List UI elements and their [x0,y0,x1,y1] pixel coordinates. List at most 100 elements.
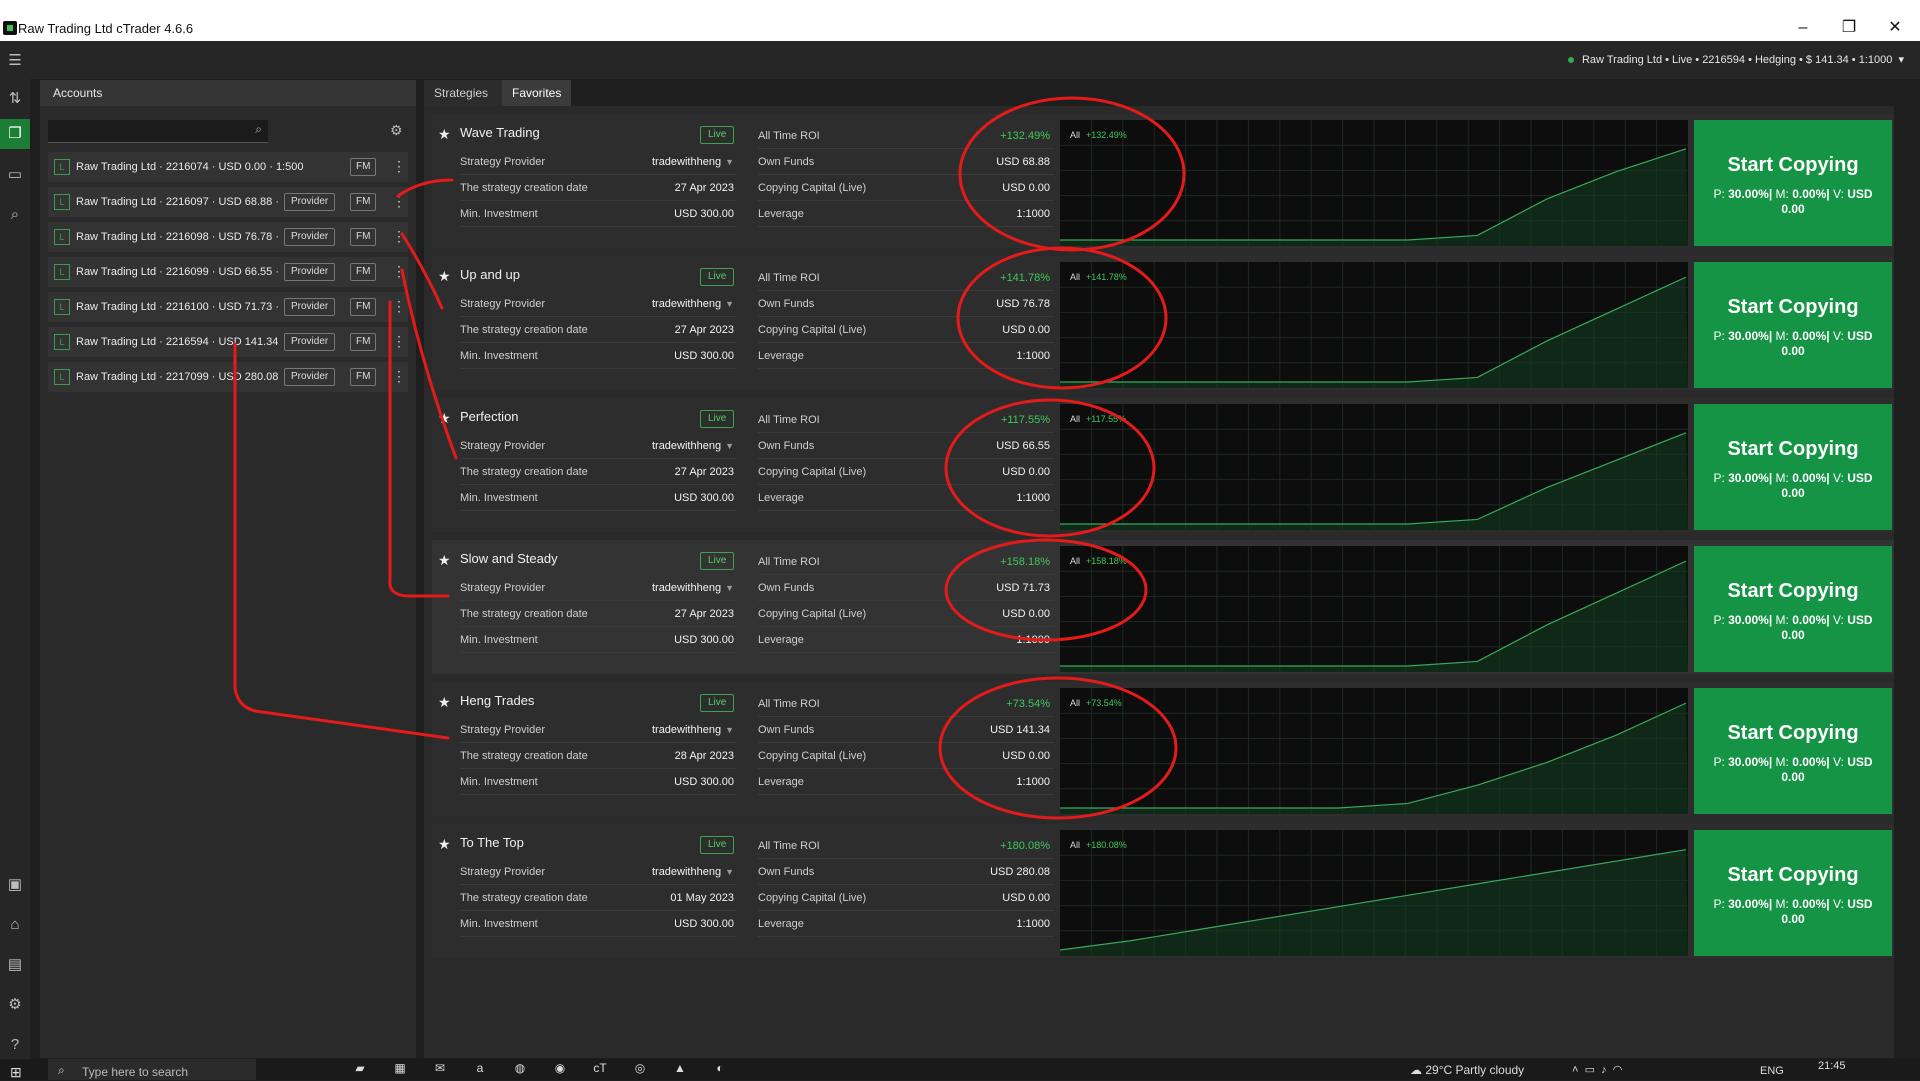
fm-button[interactable]: FM [350,333,377,351]
fm-button[interactable]: FM [350,228,377,246]
trade-icon[interactable]: ⇅ [5,89,25,109]
accounts-search-input[interactable] [48,120,236,142]
system-tray[interactable]: ˄ ▭ ♪ ◠ [1572,1063,1622,1076]
more-options-icon[interactable]: ⋮ [392,333,406,350]
more-options-icon[interactable]: ⋮ [392,228,406,245]
provider-value[interactable]: tradewithheng ▼ [652,582,734,594]
accounts-search[interactable]: ⌕ [48,120,268,143]
start-copying-button[interactable]: Start Copying P: 30.00%| M: 0.00%| V: USD… [1694,688,1892,814]
provider-value[interactable]: tradewithheng ▼ [652,298,734,310]
account-row[interactable]: L Raw Trading Ltd · 2216099 · USD 66.55 ·… [48,257,408,287]
analyze-icon[interactable]: ▭ [5,165,25,185]
menu-icon[interactable]: ☰ [5,51,25,71]
fm-button[interactable]: FM [350,193,377,211]
provider-value[interactable]: tradewithheng ▼ [652,724,734,736]
favorite-star-icon[interactable]: ★ [438,836,451,853]
provider-value[interactable]: tradewithheng ▼ [652,866,734,878]
windows-start-icon[interactable]: ⊞ [10,1064,22,1081]
equity-chart[interactable]: All +158.18% [1060,546,1688,672]
more-options-icon[interactable]: ⋮ [392,298,406,315]
store-icon[interactable]: ▦ [388,1061,412,1079]
more-options-icon[interactable]: ⋮ [392,193,406,210]
taskbar-clock[interactable]: 21:45 [1818,1060,1846,1072]
more-options-icon[interactable]: ⋮ [392,158,406,175]
equity-chart[interactable]: All +180.08% [1060,830,1688,956]
favorite-star-icon[interactable]: ★ [438,126,451,143]
strategy-name[interactable]: To The Top [460,835,524,850]
close-button[interactable]: ✕ [1872,14,1918,41]
provider-button[interactable]: Provider [284,263,336,281]
strategy-name[interactable]: Perfection [460,409,519,424]
equity-chart[interactable]: All +132.49% [1060,120,1688,246]
performance-fee-label: P: [1713,329,1725,343]
strategy-name[interactable]: Slow and Steady [460,551,558,566]
start-copying-button[interactable]: Start Copying P: 30.00%| M: 0.00%| V: USD… [1694,830,1892,956]
fm-button[interactable]: FM [350,298,377,316]
provider-button[interactable]: Provider [284,368,336,386]
minimize-button[interactable]: – [1780,14,1826,41]
roi-value: +158.18% [1000,556,1050,568]
mail-icon[interactable]: ✉ [428,1061,452,1079]
tab-favorites[interactable]: Favorites6 [502,80,572,128]
account-row[interactable]: L Raw Trading Ltd · 2217099 · USD 280.08 P… [48,362,408,392]
start-copying-button[interactable]: Start Copying P: 30.00%| M: 0.00%| V: USD… [1694,120,1892,246]
network-icon[interactable]: ▭ [1585,1064,1595,1076]
favorite-star-icon[interactable]: ★ [438,694,451,711]
chrome-icon[interactable]: ◉ [548,1061,572,1079]
search-icon[interactable]: ⌕ [5,205,25,225]
restore-button[interactable]: ❐ [1826,14,1872,41]
start-copying-button[interactable]: Start Copying P: 30.00%| M: 0.00%| V: USD… [1694,546,1892,672]
provider-button[interactable]: Provider [284,228,336,246]
fm-button[interactable]: FM [350,368,377,386]
equity-chart[interactable]: All +117.55% [1060,404,1688,530]
fm-button[interactable]: FM [350,158,377,176]
photos-icon[interactable]: ◍ [508,1061,532,1079]
equity-chart[interactable]: All +141.78% [1060,262,1688,388]
copy-icon[interactable]: ❐ [0,119,30,149]
fm-button[interactable]: FM [350,263,377,281]
account-row[interactable]: L Raw Trading Ltd · 2216074 · USD 0.00 · … [48,152,408,182]
account-row[interactable]: L Raw Trading Ltd · 2216098 · USD 76.78 ·… [48,222,408,252]
provider-button[interactable]: Provider [284,298,336,316]
favorite-star-icon[interactable]: ★ [438,268,451,285]
start-copying-button[interactable]: Start Copying P: 30.00%| M: 0.00%| V: USD… [1694,404,1892,530]
provider-button[interactable]: Provider [284,333,336,351]
favorite-star-icon[interactable]: ★ [438,410,451,427]
volume-icon[interactable]: ♪ [1601,1064,1607,1076]
provider-value[interactable]: tradewithheng ▼ [652,156,734,168]
settings-icon[interactable]: ⚙ [5,995,25,1015]
favorite-star-icon[interactable]: ★ [438,552,451,569]
account-row[interactable]: L Raw Trading Ltd · 2216097 · USD 68.88 ·… [48,187,408,217]
input-language[interactable]: ENG [1760,1065,1784,1077]
provider-button[interactable]: Provider [284,193,336,211]
amazon-icon[interactable]: a [468,1061,492,1079]
edge-icon[interactable]: ◐ [708,1061,732,1079]
taskbar-search[interactable]: ⌕ Type here to search [48,1059,256,1080]
reports-icon[interactable]: ▤ [5,955,25,975]
active-account-selector[interactable]: Raw Trading Ltd • Live • 2216594 • Hedgi… [1567,53,1904,66]
globe-icon[interactable]: ◎ [628,1061,652,1079]
explorer-icon[interactable]: ▰ [348,1061,372,1079]
help-icon[interactable]: ? [5,1035,25,1055]
tab-strategies[interactable]: Strategies [424,80,502,106]
chevron-up-icon[interactable]: ˄ [1572,1064,1578,1076]
store-icon[interactable]: ⌂ [5,915,25,935]
weather-widget[interactable]: ☁ 29°C Partly cloudy [1410,1063,1524,1077]
more-options-icon[interactable]: ⋮ [392,368,406,385]
equity-chart[interactable]: All +73.54% [1060,688,1688,814]
gear-icon[interactable]: ⚙ [390,122,403,139]
provider-value[interactable]: tradewithheng ▼ [652,440,734,452]
wifi-icon[interactable]: ◠ [1613,1064,1623,1076]
account-name: Raw Trading Ltd · 2216074 · USD 0.00 · 1… [76,161,304,173]
more-options-icon[interactable]: ⋮ [392,263,406,280]
strategy-name[interactable]: Wave Trading [460,125,540,140]
start-copying-button[interactable]: Start Copying P: 30.00%| M: 0.00%| V: USD… [1694,262,1892,388]
drive-icon[interactable]: ▲ [668,1061,692,1079]
briefcase-icon[interactable]: ▣ [5,875,25,895]
account-row[interactable]: L Raw Trading Ltd · 2216594 · USD 141.34 P… [48,327,408,357]
strategy-name[interactable]: Heng Trades [460,693,534,708]
account-row[interactable]: L Raw Trading Ltd · 2216100 · USD 71.73 ·… [48,292,408,322]
strategy-name[interactable]: Up and up [460,267,520,282]
ctrader-icon[interactable]: cT [588,1061,612,1079]
accounts-header: Accounts [40,80,416,106]
